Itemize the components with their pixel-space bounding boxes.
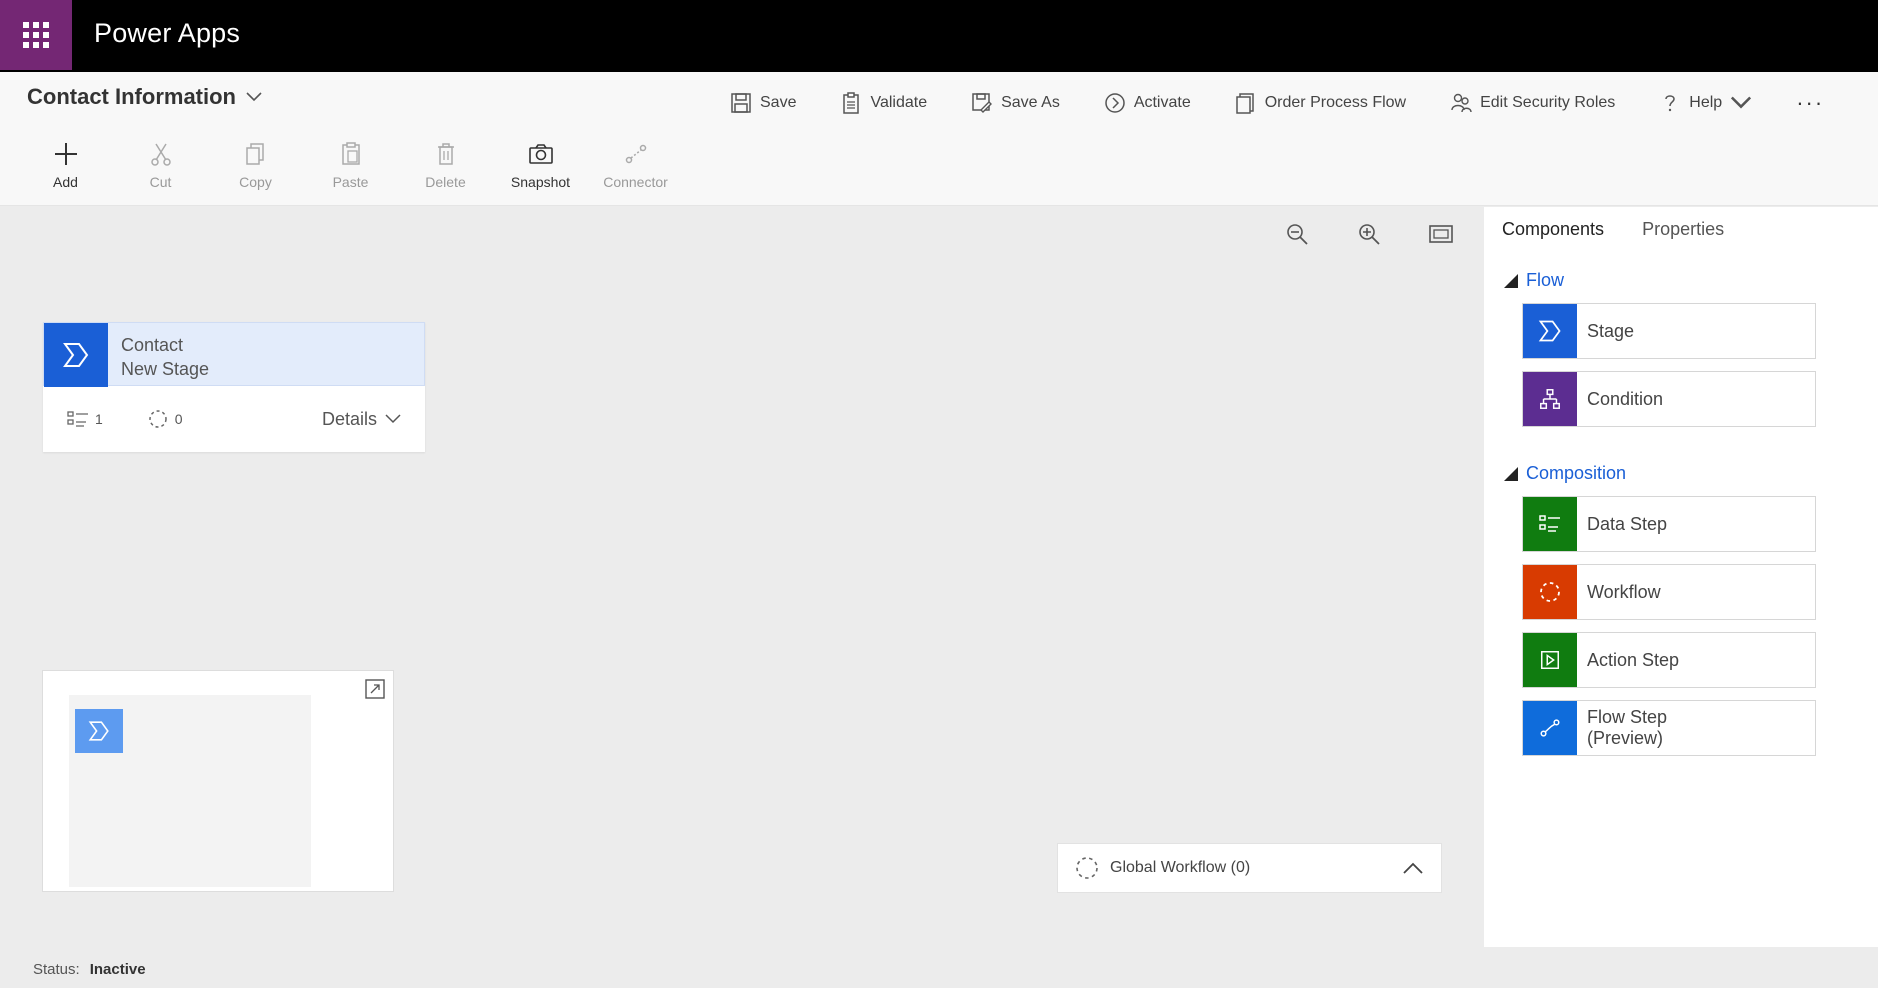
save-icon	[731, 93, 751, 113]
snapshot-button[interactable]: Snapshot	[493, 140, 588, 190]
delete-button[interactable]: Delete	[398, 140, 493, 190]
order-process-flow-button[interactable]: Order Process Flow	[1235, 92, 1406, 114]
expand-icon[interactable]	[365, 679, 385, 699]
component-data-step[interactable]: Data Step	[1522, 496, 1816, 552]
components-panel: Components Properties Flow Stage Conditi…	[1484, 207, 1878, 947]
condition-icon	[1523, 372, 1577, 426]
workflow-icon	[149, 410, 167, 428]
stage-header[interactable]: Contact New Stage	[43, 322, 425, 387]
collapse-triangle-icon	[1504, 466, 1518, 481]
stage-text: Contact New Stage	[108, 323, 222, 385]
details-toggle[interactable]: Details	[322, 409, 401, 430]
save-as-icon	[972, 93, 993, 113]
component-condition[interactable]: Condition	[1522, 371, 1816, 427]
flow-section-header[interactable]: Flow	[1504, 270, 1878, 291]
copy-button[interactable]: Copy	[208, 140, 303, 190]
cut-button[interactable]: Cut	[113, 140, 208, 190]
document-icon	[1235, 93, 1254, 114]
save-button[interactable]: Save	[730, 92, 796, 114]
stage-footer: 1 0 Details	[43, 386, 425, 452]
stage-icon	[44, 323, 108, 387]
status-label: Status:	[33, 960, 80, 978]
chevron-down-icon	[1731, 96, 1752, 109]
minimap[interactable]	[42, 670, 394, 892]
data-step-icon	[1523, 497, 1577, 551]
scissors-icon	[150, 143, 171, 166]
people-icon	[1451, 93, 1472, 113]
add-button[interactable]: Add	[18, 140, 113, 190]
question-icon	[1665, 95, 1676, 112]
process-title: Contact Information	[27, 84, 236, 109]
more-icon: ···	[1796, 90, 1825, 115]
global-workflow-label: Global Workflow (0)	[1110, 859, 1251, 876]
flow-step-label: Flow Step	[1587, 707, 1668, 727]
designer-canvas[interactable]: Contact New Stage 1 0 Details Global Wor…	[0, 207, 1484, 947]
action-toolbar: Save Validate Save As Activate Order Pro…	[730, 90, 1824, 116]
help-button[interactable]: Help	[1659, 92, 1752, 114]
minimap-viewport	[69, 695, 311, 887]
activate-button[interactable]: Activate	[1104, 92, 1191, 114]
app-title: Power Apps	[94, 18, 241, 48]
action-step-icon	[1523, 633, 1577, 687]
flow-step-sublabel: (Preview)	[1587, 728, 1664, 748]
panel-tabs: Components Properties	[1484, 207, 1878, 240]
process-title-dropdown[interactable]: Contact Information	[27, 84, 262, 110]
clipboard-icon	[843, 92, 860, 114]
workflow-icon	[1076, 857, 1098, 879]
zoom-controls	[1284, 221, 1454, 247]
paste-button[interactable]: Paste	[303, 140, 398, 190]
zoom-out-icon[interactable]	[1284, 221, 1310, 247]
status-bar: Status: Inactive	[0, 950, 1878, 988]
data-step-count: 1	[67, 410, 103, 428]
chevron-down-icon	[385, 414, 401, 424]
status-value: Inactive	[89, 960, 146, 978]
edit-security-roles-button[interactable]: Edit Security Roles	[1450, 92, 1615, 114]
stage-icon	[1523, 304, 1577, 358]
fit-to-screen-icon[interactable]	[1428, 221, 1454, 247]
chevron-down-icon	[246, 92, 262, 102]
zoom-in-icon[interactable]	[1356, 221, 1382, 247]
chevron-up-icon[interactable]	[1401, 856, 1425, 880]
camera-icon	[528, 144, 553, 164]
trash-icon	[437, 143, 454, 165]
edit-toolbar: Add Cut Copy Paste Delete Snapshot Conne…	[18, 140, 683, 190]
component-stage[interactable]: Stage	[1522, 303, 1816, 359]
component-workflow[interactable]: Workflow	[1522, 564, 1816, 620]
save-as-button[interactable]: Save As	[971, 92, 1060, 114]
collapse-triangle-icon	[1504, 273, 1518, 288]
data-step-icon	[67, 411, 88, 427]
flow-step-icon	[1523, 701, 1577, 755]
minimap-stage-icon	[75, 709, 123, 753]
activate-icon	[1105, 93, 1125, 113]
connector-button[interactable]: Connector	[588, 140, 683, 190]
more-button[interactable]: ···	[1796, 90, 1824, 116]
workflow-count: 0	[147, 408, 183, 430]
tab-components[interactable]: Components	[1502, 219, 1604, 240]
stage-card[interactable]: Contact New Stage 1 0 Details	[43, 322, 425, 452]
waffle-icon[interactable]	[0, 0, 72, 70]
copy-icon	[245, 143, 264, 165]
command-bar: Contact Information Save Validate Save A…	[0, 72, 1878, 206]
component-action-step[interactable]: Action Step	[1522, 632, 1816, 688]
component-flow-step[interactable]: Flow Step (Preview)	[1522, 700, 1816, 756]
stage-name: New Stage	[121, 359, 210, 379]
connector-icon	[625, 144, 646, 164]
global-workflow-bar[interactable]: Global Workflow (0)	[1057, 843, 1442, 893]
workflow-icon	[1523, 565, 1577, 619]
paste-icon	[341, 142, 360, 165]
top-bar: Power Apps	[0, 0, 1878, 72]
validate-button[interactable]: Validate	[840, 92, 927, 114]
composition-section-header[interactable]: Composition	[1504, 463, 1878, 484]
plus-icon	[54, 143, 77, 165]
tab-properties[interactable]: Properties	[1642, 219, 1724, 240]
stage-entity: Contact	[121, 335, 184, 355]
